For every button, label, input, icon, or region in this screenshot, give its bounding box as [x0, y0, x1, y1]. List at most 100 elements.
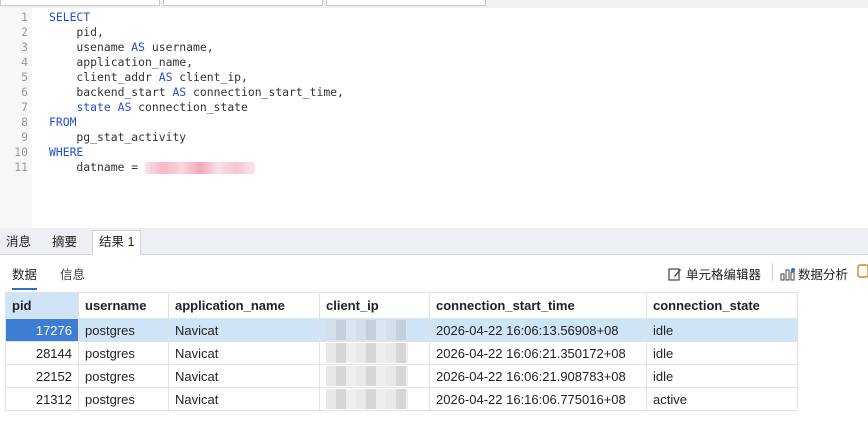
analysis-chart-icon [780, 267, 795, 281]
code-text: application_name, [49, 55, 193, 70]
sql-keyword: WHERE [49, 145, 84, 159]
result-subbar: 数据 信息 单元格编辑器 数据分析 [0, 255, 868, 290]
toolbar-field-3[interactable] [326, 0, 486, 6]
cell-pid[interactable]: 22152 [5, 364, 79, 388]
edit-icon [668, 267, 682, 281]
sql-text: username, [145, 40, 214, 54]
table-row[interactable]: 21312 postgres Navicat 2026-04-22 16:16:06.… [5, 387, 798, 411]
cell-connection-start-time[interactable]: 2026-04-22 16:16:06.775016+08 [429, 387, 647, 411]
redacted-ip [326, 320, 408, 340]
cell-pid[interactable]: 21312 [5, 387, 79, 411]
cell-pid[interactable]: 28144 [5, 341, 79, 365]
cell-application-name[interactable]: Navicat [168, 364, 320, 388]
sql-text: backend_start [49, 85, 173, 99]
cell-connection-start-time[interactable]: 2026-04-22 16:06:13.56908+08 [429, 318, 647, 342]
cell-client-ip[interactable] [319, 387, 430, 411]
code-text: usename AS username, [49, 40, 214, 55]
toolbar-field-1[interactable] [0, 0, 160, 6]
cell-client-ip[interactable] [319, 364, 430, 388]
cell-application-name[interactable]: Navicat [168, 387, 320, 411]
sql-text: pg_stat_activity [49, 130, 187, 144]
cell-connection-state[interactable]: idle [646, 341, 798, 365]
subtab-info[interactable]: 信息 [60, 264, 85, 283]
cell-client-ip[interactable] [319, 341, 430, 365]
tab-summary[interactable]: 摘要 [46, 231, 83, 254]
sql-keyword: AS [172, 85, 187, 99]
cell-pid[interactable]: 17276 [5, 318, 79, 342]
sql-keyword: state [76, 100, 111, 114]
cell-client-ip[interactable] [319, 318, 430, 342]
code-text: pg_stat_activity [49, 130, 186, 145]
sql-text: datname = [49, 160, 146, 174]
line-number: 6 [21, 85, 28, 99]
cell-editor-label: 单元格编辑器 [686, 268, 762, 282]
column-header-client-ip[interactable]: client_ip [319, 292, 430, 319]
line-number: 5 [21, 70, 28, 84]
column-header-pid[interactable]: pid [5, 292, 79, 319]
cell-username[interactable]: postgres [78, 364, 169, 388]
data-analysis-label: 数据分析 [798, 268, 849, 282]
data-analysis-button[interactable]: 数据分析 [780, 264, 848, 283]
line-number: 10 [14, 145, 28, 159]
redacted-ip [326, 389, 408, 409]
redacted-ip [326, 343, 408, 363]
table-row[interactable]: 28144 postgres Navicat 2026-04-22 16:06:21.… [5, 341, 798, 365]
cell-application-name[interactable]: Navicat [168, 341, 320, 365]
sql-keyword: AS [158, 70, 173, 84]
cell-username[interactable]: postgres [78, 387, 169, 411]
sql-text: application_name, [49, 55, 194, 69]
header-row: pid username application_name client_ip … [5, 292, 798, 319]
line-number: 8 [21, 115, 28, 129]
cell-connection-start-time[interactable]: 2026-04-22 16:06:21.350172+08 [429, 341, 647, 365]
export-icon [857, 264, 868, 278]
tab-messages[interactable]: 消息 [0, 231, 37, 254]
sql-keyword: AS [110, 100, 132, 114]
sql-text: connection_state [131, 100, 248, 114]
sql-keyword: FROM [49, 115, 77, 129]
line-number: 3 [21, 40, 28, 54]
cell-editor-button[interactable]: 单元格编辑器 [668, 264, 761, 283]
code-text: client_addr AS client_ip, [49, 70, 248, 85]
line-number: 11 [14, 160, 28, 174]
cell-application-name[interactable]: Navicat [168, 318, 320, 342]
table-row[interactable]: 17276 postgres Navicat 2026-04-22 16:06:13.… [5, 318, 798, 342]
subtab-data[interactable]: 数据 [12, 264, 38, 290]
code-text: backend_start AS connection_start_time, [49, 85, 344, 100]
toolbar-field-2[interactable] [163, 0, 323, 6]
cell-connection-state[interactable]: idle [646, 318, 798, 342]
sql-keyword: SELECT [49, 10, 91, 24]
column-header-username[interactable]: username [78, 292, 169, 319]
code-text: datname = [49, 160, 256, 175]
results-grid: pid username application_name client_ip … [5, 292, 798, 411]
redacted-ip [326, 366, 408, 386]
sql-text: client_addr [49, 70, 159, 84]
more-tool-icon[interactable] [857, 264, 868, 278]
result-tab-strip: 消息 摘要 结果 1 [0, 228, 868, 255]
column-header-application-name[interactable]: application_name [168, 292, 320, 319]
tab-result-1[interactable]: 结果 1 [92, 230, 142, 255]
code-text: pid, [49, 25, 104, 40]
cell-connection-start-time[interactable]: 2026-04-22 16:06:21.908783+08 [429, 364, 647, 388]
cell-username[interactable]: postgres [78, 318, 169, 342]
line-number: 1 [21, 10, 28, 24]
code-text: FROM [49, 115, 76, 130]
code-text: state AS connection_state [49, 100, 248, 115]
code-text: WHERE [49, 145, 83, 160]
sql-editor[interactable]: 1 SELECT 2 pid, 3 usename AS username, 4 app… [0, 8, 868, 228]
sql-keyword: AS [131, 40, 146, 54]
line-number: 9 [21, 130, 28, 144]
cell-username[interactable]: postgres [78, 341, 169, 365]
column-header-connection-state[interactable]: connection_state [646, 292, 798, 319]
cell-connection-state[interactable]: idle [646, 364, 798, 388]
toolbar-divider [772, 263, 773, 281]
sql-text: client_ip, [172, 70, 248, 84]
line-number: 2 [21, 25, 28, 39]
sql-text: connection_start_time, [186, 85, 344, 99]
cell-connection-state[interactable]: active [646, 387, 798, 411]
sql-text: usename [49, 40, 132, 54]
column-header-connection-start-time[interactable]: connection_start_time [429, 292, 647, 319]
table-row[interactable]: 22152 postgres Navicat 2026-04-22 16:06:21.… [5, 364, 798, 388]
sql-text: pid, [49, 25, 104, 39]
line-number: 4 [21, 55, 28, 69]
